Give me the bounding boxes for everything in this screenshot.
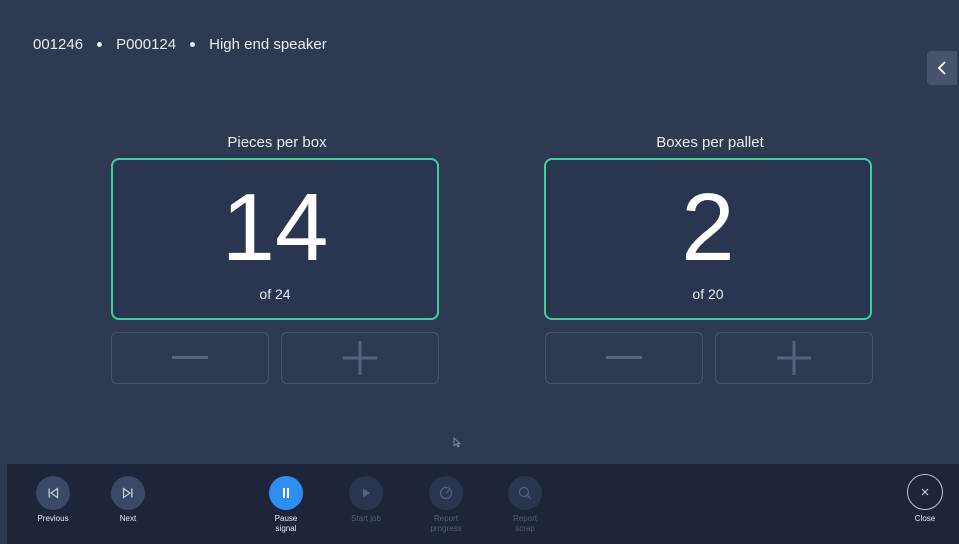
next-button-circle: [111, 476, 145, 510]
pieces-per-box-counter: 14 of 24: [111, 158, 439, 320]
boxes-decrement-button[interactable]: [545, 332, 703, 384]
bottom-toolbar: Previous Next Pause signal Start job Rep…: [7, 464, 959, 544]
pieces-per-box-total: of 24: [259, 286, 291, 302]
pause-label-line2: signal: [275, 524, 297, 533]
report-scrap-label-line1: Report: [512, 514, 537, 523]
pause-signal-button[interactable]: Pause signal: [256, 476, 316, 534]
next-label: Next: [119, 514, 137, 523]
start-job-circle: [349, 476, 383, 510]
boxes-per-pallet-value: 2: [681, 174, 735, 281]
separator-dot-icon: [97, 42, 103, 47]
order-id: 001246: [33, 36, 84, 53]
previous-label: Previous: [37, 514, 69, 523]
product-id: P000124: [116, 36, 177, 53]
plus-icon: [343, 341, 377, 375]
report-progress-label-line1: Report: [433, 514, 458, 523]
play-icon: [363, 488, 370, 498]
boxes-increment-button[interactable]: [715, 332, 873, 384]
scrap-search-icon: [518, 486, 531, 499]
minus-icon: [606, 356, 642, 359]
gauge-icon: [439, 486, 453, 500]
report-scrap-label-line2: scrap: [515, 524, 535, 533]
separator-dot-icon: [190, 42, 196, 47]
close-button[interactable]: Close: [895, 474, 955, 524]
product-name: High end speaker: [209, 36, 327, 53]
close-button-circle: [907, 474, 943, 510]
pieces-decrement-button[interactable]: [111, 332, 269, 384]
minus-icon: [172, 356, 208, 359]
report-progress-label-line2: progress: [430, 524, 462, 533]
report-progress-button[interactable]: Report progress: [416, 476, 476, 534]
boxes-per-pallet-counter: 2 of 20: [544, 158, 872, 320]
close-icon: [921, 488, 929, 496]
previous-button[interactable]: Previous: [23, 476, 83, 524]
main-area: 001246 P000124 High end speaker Pieces p…: [7, 7, 959, 464]
mouse-cursor-icon: [453, 437, 461, 448]
report-scrap-button[interactable]: Report scrap: [495, 476, 555, 534]
pause-label-line1: Pause: [274, 514, 298, 523]
report-progress-circle: [429, 476, 463, 510]
pieces-increment-button[interactable]: [281, 332, 439, 384]
pause-icon: [283, 488, 289, 498]
start-job-button[interactable]: Start job: [336, 476, 396, 524]
start-job-label: Start job: [351, 514, 381, 523]
next-button[interactable]: Next: [98, 476, 158, 524]
pause-button-circle: [269, 476, 303, 510]
pieces-per-box-value: 14: [221, 174, 329, 281]
boxes-per-pallet-title: Boxes per pallet: [656, 134, 764, 151]
plus-icon: [777, 341, 811, 375]
skip-previous-icon: [48, 487, 59, 499]
close-label: Close: [914, 514, 936, 523]
collapse-panel-button[interactable]: [927, 51, 957, 85]
boxes-per-pallet-total: of 20: [692, 286, 724, 302]
app-window: 001246 P000124 High end speaker Pieces p…: [0, 0, 959, 544]
report-scrap-circle: [508, 476, 542, 510]
previous-button-circle: [36, 476, 70, 510]
pieces-per-box-title: Pieces per box: [227, 134, 327, 151]
skip-next-icon: [122, 487, 133, 499]
chevron-left-icon: [937, 61, 946, 75]
breadcrumb: 001246 P000124 High end speaker: [33, 36, 327, 53]
